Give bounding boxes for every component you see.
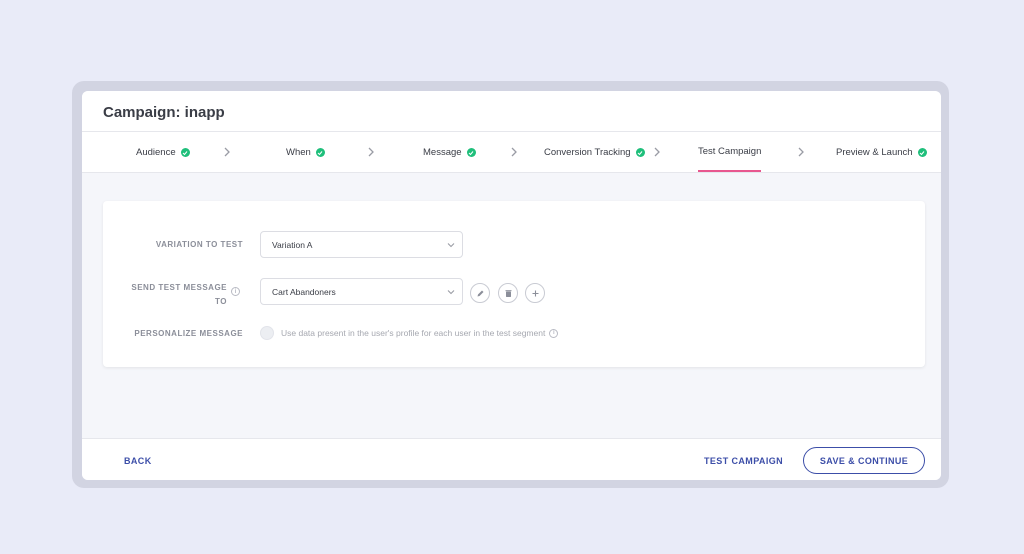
info-icon[interactable]: i [549,328,559,338]
chevron-down-icon [447,290,455,295]
check-icon [180,148,190,157]
page-title: Campaign: inapp [103,104,225,121]
step-label: Audience [136,147,176,158]
campaign-steps: Audience When Message Conversion Trackin… [82,132,941,173]
test-campaign-card: VARIATION TO TEST Variation A SEND TEST … [103,201,925,367]
add-segment-button[interactable] [525,283,545,303]
step-message[interactable]: Message [423,132,476,173]
variation-value: Variation A [272,239,313,250]
step-audience[interactable]: Audience [136,132,190,173]
check-icon [315,148,325,157]
plus-icon [532,290,538,296]
test-campaign-button[interactable]: TEST CAMPAIGN [704,456,783,466]
step-label: Preview & Launch [836,147,913,158]
info-icon[interactable]: i [231,287,240,296]
delete-segment-button[interactable] [498,283,518,303]
chevron-right-icon [224,147,230,157]
step-label: Message [423,147,462,158]
segment-select[interactable]: Cart Abandoners [260,278,463,305]
chevron-right-icon [368,147,374,157]
personalize-checkbox[interactable] [260,326,274,340]
chevron-right-icon [654,147,660,157]
campaign-window: Campaign: inapp Audience When Message Co… [82,91,941,480]
footer-bar: BACK TEST CAMPAIGN SAVE & CONTINUE [82,438,941,480]
page-header: Campaign: inapp [82,91,941,132]
chevron-right-icon [798,147,804,157]
trash-icon [505,289,511,297]
step-test-campaign[interactable]: Test Campaign [698,132,762,172]
back-button[interactable]: BACK [124,456,152,466]
step-label: Conversion Tracking [544,147,631,158]
variation-select[interactable]: Variation A [260,231,463,258]
step-conversion-tracking[interactable]: Conversion Tracking [544,132,645,173]
check-icon [635,148,645,157]
segment-value: Cart Abandoners [272,286,336,297]
save-continue-button[interactable]: SAVE & CONTINUE [803,447,925,474]
chevron-down-icon [447,243,455,248]
send-to-label: SEND TEST MESSAGE TO [131,283,227,306]
personalize-description: Use data present in the user's profile f… [281,328,559,338]
check-icon [466,148,476,157]
step-label: Test Campaign [698,145,762,157]
step-preview-launch[interactable]: Preview & Launch [836,132,927,173]
personalize-label: PERSONALIZE MESSAGE [134,329,243,338]
check-icon [917,148,927,157]
step-label: When [286,147,311,158]
edit-segment-button[interactable] [470,283,490,303]
step-when[interactable]: When [286,132,325,173]
chevron-right-icon [511,147,517,157]
variation-label: VARIATION TO TEST [155,240,243,249]
pencil-icon [477,290,483,296]
